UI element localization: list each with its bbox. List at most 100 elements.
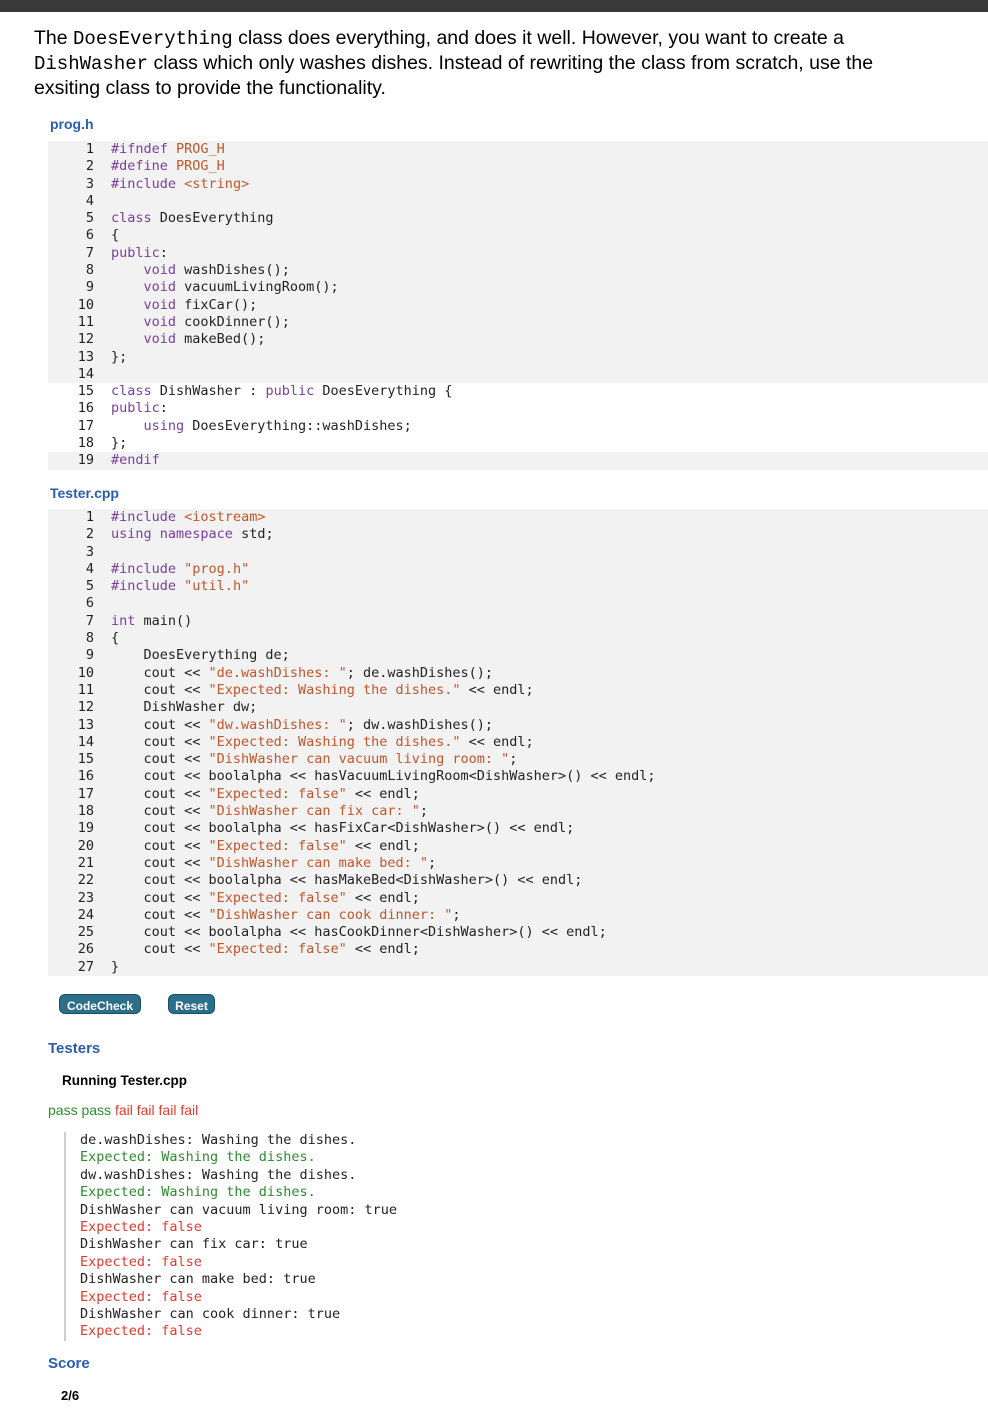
code-text: #ifndef PROG_H xyxy=(111,141,225,157)
editable-code-line[interactable]: 15 class DishWasher : public DoesEverythi… xyxy=(48,383,988,401)
code-text: void vacuumLivingRoom(); xyxy=(143,279,339,296)
line-number: 8 xyxy=(85,262,94,279)
code-line: 13}; xyxy=(48,349,988,366)
line-number: 5 xyxy=(85,210,94,227)
reset-button[interactable]: Reset xyxy=(168,994,215,1014)
prompt-class-name: DoesEverything xyxy=(73,28,233,50)
output-line: Expected: Washing the dishes. xyxy=(80,1184,316,1201)
code-text: using DoesEverything::washDishes; xyxy=(143,417,412,434)
test-result-fail: fail xyxy=(180,1102,199,1118)
code-text: }; xyxy=(111,435,128,452)
code-line: 10 cout << "de.washDishes: "; de.washDis… xyxy=(48,665,988,682)
line-number: 13 xyxy=(77,348,94,365)
code-line: 15 cout << "DishWasher can vacuum living… xyxy=(48,751,988,768)
test-output: de.washDishes: Washing the dishes. Expect… xyxy=(64,1132,580,1341)
code-text: } xyxy=(111,958,120,975)
code-text: #define PROG_H xyxy=(111,158,225,175)
line-number: 23 xyxy=(77,889,94,906)
code-line: 9 void vacuumLivingRoom(); xyxy=(48,279,988,296)
line-number: 4 xyxy=(85,192,94,209)
code-line: 24 cout << "DishWasher can cook dinner: … xyxy=(48,907,988,924)
code-line: 14 xyxy=(48,366,988,383)
prompt-text-3: class which only washes dishes. Instead … xyxy=(34,52,874,99)
code-text: void makeBed(); xyxy=(143,331,266,348)
code-line: 23 cout << "Expected: false" << endl; xyxy=(48,890,988,907)
line-number: 2 xyxy=(85,158,94,175)
code-editor-prog-h[interactable]: 1 #ifndef PROG_H 2 #define PROG_H 3 #include … xyxy=(48,141,988,470)
line-number: 6 xyxy=(85,595,94,612)
output-line: DishWasher can fix car: true xyxy=(80,1236,308,1253)
code-line: 16 cout << boolalpha << hasVacuumLivingR… xyxy=(48,768,988,785)
score-heading: Score xyxy=(48,1355,90,1372)
code-text: class DoesEverything xyxy=(111,210,274,227)
file-label-tester-cpp: Tester.cpp xyxy=(50,485,119,501)
test-result-fail: fail xyxy=(114,1102,133,1118)
test-result-pass: pass xyxy=(81,1102,112,1118)
line-number: 2 xyxy=(85,526,94,543)
line-number: 13 xyxy=(77,716,94,733)
code-text: cout << "DishWasher can vacuum living ro… xyxy=(111,751,518,768)
code-text: int main() xyxy=(111,612,193,629)
code-text: cout << boolalpha << hasVacuumLivingRoom… xyxy=(111,768,656,785)
line-number: 16 xyxy=(77,400,94,417)
code-line: 20 cout << "Expected: false" << endl; xyxy=(48,838,988,855)
editable-code-line[interactable]: 18}; xyxy=(48,435,988,453)
code-line: 27} xyxy=(48,959,988,976)
codecheck-button[interactable]: CodeCheck xyxy=(59,994,141,1014)
editable-code-line[interactable]: 16 public: xyxy=(48,400,988,418)
line-number: 19 xyxy=(77,452,94,469)
line-number: 17 xyxy=(77,417,94,434)
output-line: Expected: Washing the dishes. xyxy=(80,1149,316,1166)
code-line: 6 xyxy=(48,595,988,612)
code-text: cout << boolalpha << hasFixCar<DishWashe… xyxy=(111,820,575,837)
code-line: 12 DishWasher dw; xyxy=(48,699,988,716)
output-line: Expected: false xyxy=(80,1323,202,1340)
code-line: 5 #include "util.h" xyxy=(48,578,988,595)
code-text: cout << boolalpha << hasCookDinner<DishW… xyxy=(111,924,607,941)
output-line: Expected: false xyxy=(80,1218,202,1235)
code-text: cout << "Expected: false" << endl; xyxy=(111,889,420,906)
line-number: 18 xyxy=(77,803,94,820)
line-number: 14 xyxy=(77,733,94,750)
code-text: public: xyxy=(111,244,168,261)
line-number: 12 xyxy=(77,699,94,716)
line-number: 24 xyxy=(77,906,94,923)
line-number: 7 xyxy=(85,612,94,629)
line-number: 5 xyxy=(85,578,94,595)
code-line: 7 public: xyxy=(48,245,988,262)
code-text: #include <iostream> xyxy=(111,509,266,525)
code-text: public: xyxy=(111,400,168,417)
test-result-fail: fail xyxy=(158,1102,177,1118)
code-line: 7 int main() xyxy=(48,613,988,630)
code-text: #include "util.h" xyxy=(111,578,250,595)
code-text: cout << "Expected: false" << endl; xyxy=(111,785,420,802)
score-value: 2/6 xyxy=(61,1388,80,1403)
line-number: 3 xyxy=(85,543,94,560)
code-line: 14 cout << "Expected: Washing the dishes… xyxy=(48,734,988,751)
testers-heading: Testers xyxy=(48,1040,101,1057)
code-text: using namespace std; xyxy=(111,526,274,543)
line-number: 16 xyxy=(77,768,94,785)
prompt-new-class: DishWasher xyxy=(34,53,149,75)
output-line: DishWasher can make bed: true xyxy=(80,1271,316,1288)
problem-statement: The DoesEverything class does everything… xyxy=(34,26,934,100)
code-line: 25 cout << boolalpha << hasCookDinner<Di… xyxy=(48,924,988,941)
code-line: 13 cout << "dw.washDishes: "; dw.washDis… xyxy=(48,717,988,734)
line-number: 9 xyxy=(85,647,94,664)
code-line: 3 #include <string> xyxy=(48,176,988,193)
code-line: 11 void cookDinner(); xyxy=(48,314,988,331)
code-text: #include <string> xyxy=(111,175,250,192)
editable-code-line[interactable]: 17 using DoesEverything::washDishes; xyxy=(48,417,988,436)
code-line: 5 class DoesEverything xyxy=(48,210,988,227)
code-text: class DishWasher : public DoesEverything… xyxy=(111,383,453,400)
test-summary: pass pass fail fail fail fail xyxy=(48,1102,198,1118)
code-line: 12 void makeBed(); xyxy=(48,331,988,348)
code-text: void fixCar(); xyxy=(143,296,258,313)
line-number: 11 xyxy=(77,313,94,330)
output-line: DishWasher can vacuum living room: true xyxy=(80,1201,397,1218)
code-line: 19 #endif xyxy=(48,452,988,469)
code-line: 19 cout << boolalpha << hasFixCar<DishWa… xyxy=(48,820,988,837)
line-number: 3 xyxy=(85,175,94,192)
code-line: 3 xyxy=(48,544,988,561)
line-number: 7 xyxy=(85,244,94,261)
